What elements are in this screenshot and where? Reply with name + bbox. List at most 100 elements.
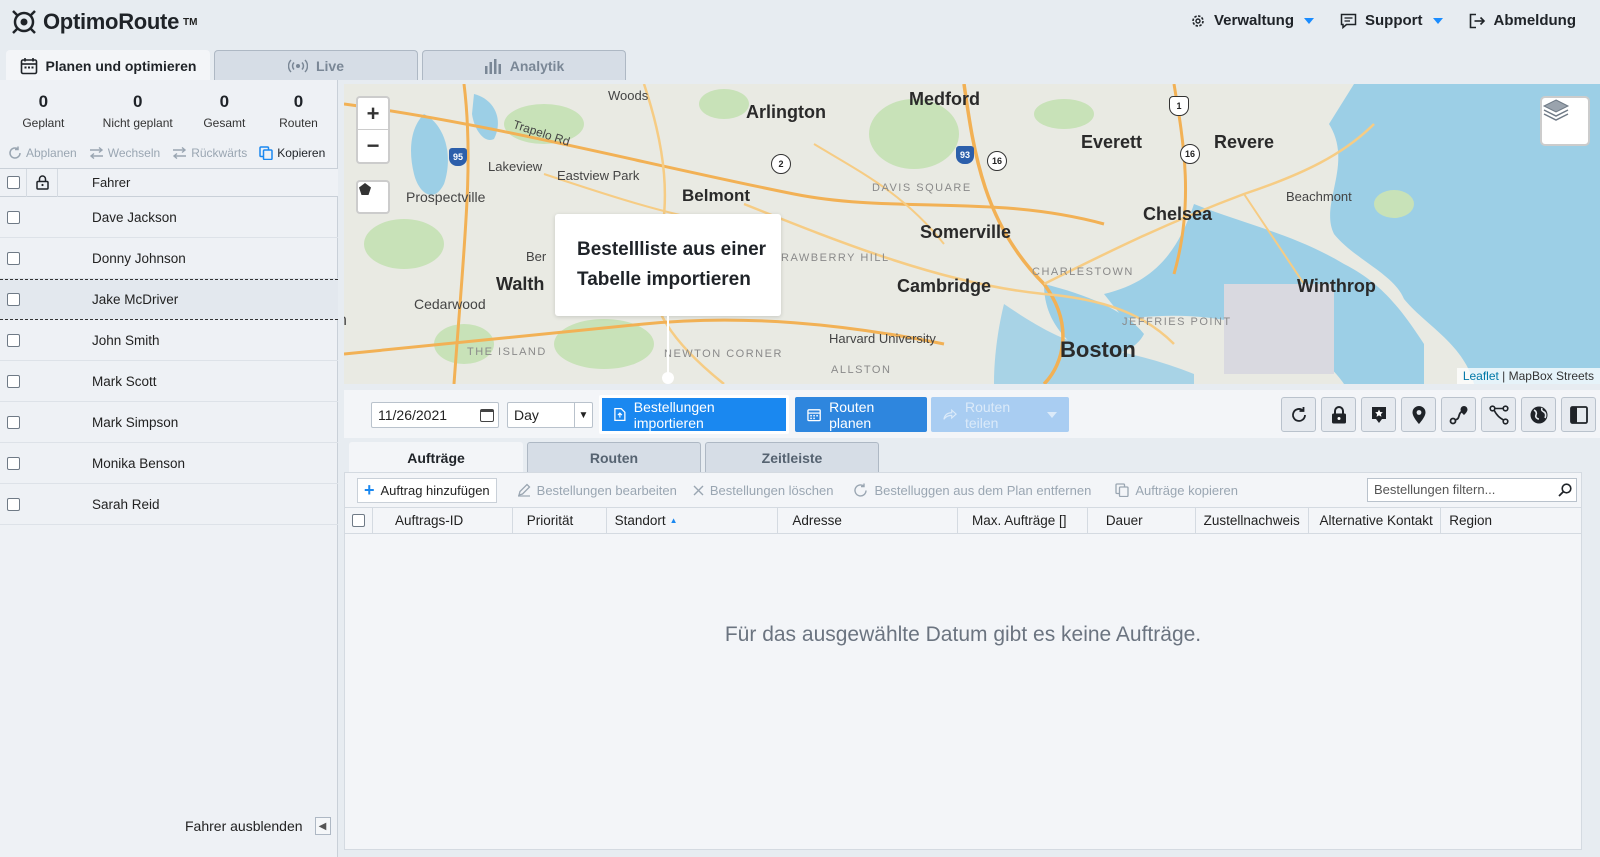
tab-auftraege[interactable]: Aufträge xyxy=(349,442,523,472)
stat-label: Nicht geplant xyxy=(102,116,173,130)
abplanen-button[interactable]: Abplanen xyxy=(8,146,77,160)
collapse-left-icon[interactable]: ◀ xyxy=(314,817,331,835)
optimoroute-logo[interactable]: OptimoRoute TM xyxy=(9,7,197,37)
rueckwaerts-button[interactable]: Rückwärts xyxy=(172,146,247,160)
column-dauer[interactable]: Dauer xyxy=(1088,507,1196,534)
driver-checkbox[interactable] xyxy=(6,374,20,388)
driver-row[interactable]: Jake McDriver xyxy=(0,279,338,320)
tooltip-pointer xyxy=(667,316,669,374)
map-tools xyxy=(1281,397,1596,432)
column-alternative-kontakt[interactable]: Alternative Kontakt xyxy=(1309,507,1442,534)
driver-row[interactable]: John Smith xyxy=(0,320,338,361)
lock-icon xyxy=(35,175,49,190)
date-picker[interactable]: 11/26/2021 xyxy=(371,402,499,428)
app-header: OptimoRoute TM Verwaltung Support Abmeldu… xyxy=(0,0,1600,46)
route-split-icon xyxy=(1488,404,1509,425)
delete-orders-button[interactable]: Bestellungen löschen xyxy=(693,483,833,498)
view-select[interactable]: Day ▼ xyxy=(507,402,593,428)
refresh-button[interactable] xyxy=(1281,397,1316,432)
map-label-beachmont: Beachmont xyxy=(1286,189,1352,204)
driver-checkbox[interactable] xyxy=(6,415,20,429)
location-pin-icon xyxy=(1412,405,1425,424)
driver-name: Donny Johnson xyxy=(92,250,186,266)
tab-planen-und-optimieren[interactable]: Planen und optimieren xyxy=(6,50,210,80)
panel-toggle-button[interactable] xyxy=(1561,397,1596,432)
zoom-in-button[interactable]: + xyxy=(358,98,388,130)
add-order-button[interactable]: + Auftrag hinzufügen xyxy=(357,477,497,503)
map-label-davis: DAVIS SQUARE xyxy=(872,182,972,194)
column-zustellnachweis[interactable]: Zustellnachweis xyxy=(1196,507,1310,534)
nav-support[interactable]: Support xyxy=(1340,12,1443,29)
driver-checkbox[interactable] xyxy=(6,251,20,265)
gear-icon xyxy=(1192,14,1204,27)
tab-analytik-label: Analytik xyxy=(509,57,565,74)
drivers-panel: 0 Geplant 0 Nicht geplant 0 Gesamt 0 Routen … xyxy=(0,80,338,857)
tab-zeitleiste[interactable]: Zeitleiste xyxy=(705,442,879,472)
location-pin-button[interactable] xyxy=(1401,397,1436,432)
nav-verwaltung[interactable]: Verwaltung xyxy=(1190,12,1314,29)
map-label-island: THE ISLAND xyxy=(467,346,547,358)
stat-label: Geplant xyxy=(22,116,65,130)
kopieren-button[interactable]: Kopieren xyxy=(259,146,325,160)
driver-row[interactable]: Monika Benson xyxy=(0,443,338,484)
driver-checkbox[interactable] xyxy=(6,333,20,347)
layers-button[interactable] xyxy=(1540,96,1590,146)
abplanen-label: Abplanen xyxy=(26,146,77,160)
column-max-auftraege[interactable]: Max. Aufträge [] xyxy=(958,507,1088,534)
search-icon[interactable] xyxy=(1558,483,1572,497)
column-prioritaet[interactable]: Priorität xyxy=(513,507,607,534)
filter-orders-input[interactable]: Bestellungen filtern... xyxy=(1367,478,1577,502)
fahrer-column-header[interactable]: Fahrer xyxy=(58,175,130,190)
select-all-checkbox[interactable] xyxy=(351,514,365,527)
remove-from-plan-button[interactable]: Bestelluggen aus dem Plan entfernen xyxy=(853,483,1091,498)
globe-icon xyxy=(1530,406,1547,423)
copy-icon xyxy=(1115,483,1129,497)
lock-button[interactable] xyxy=(1321,397,1356,432)
nav-abmeldung[interactable]: Abmeldung xyxy=(1469,12,1576,29)
zoom-out-button[interactable]: − xyxy=(358,130,388,162)
select-all-checkbox[interactable] xyxy=(6,176,20,189)
hide-drivers[interactable]: Fahrer ausblenden ◀ xyxy=(185,817,331,835)
tab-live[interactable]: Live xyxy=(214,50,418,80)
edit-orders-label: Bestellungen bearbeiten xyxy=(536,482,677,498)
nav-support-label: Support xyxy=(1365,12,1423,29)
calendar-icon[interactable] xyxy=(480,409,494,422)
driver-row[interactable]: Mark Simpson xyxy=(0,402,338,443)
lock-column[interactable] xyxy=(26,168,58,197)
driver-checkbox[interactable] xyxy=(6,293,20,306)
tab-analytik[interactable]: Analytik xyxy=(422,50,626,80)
column-auftrags-id[interactable]: Auftrags-ID xyxy=(373,507,513,534)
share-routes-button[interactable]: Routen teilen xyxy=(931,397,1069,432)
lock-icon xyxy=(1331,405,1346,423)
draw-polygon-button[interactable] xyxy=(356,180,390,214)
driver-checkbox[interactable] xyxy=(6,210,20,224)
copy-orders-button[interactable]: Aufträge kopieren xyxy=(1115,483,1238,498)
select-all-orders[interactable] xyxy=(345,507,373,534)
driver-row[interactable]: Dave Jackson xyxy=(0,197,338,238)
driver-row[interactable]: Mark Scott xyxy=(0,361,338,402)
plan-routes-button[interactable]: Routen planen xyxy=(795,397,927,432)
column-standort[interactable]: Standort ▲ xyxy=(607,507,779,534)
rueckwaerts-label: Rückwärts xyxy=(191,146,248,160)
calendar-icon xyxy=(807,409,821,422)
route-button[interactable] xyxy=(1441,397,1476,432)
share-icon xyxy=(943,408,957,420)
driver-checkbox[interactable] xyxy=(6,456,20,470)
edit-orders-button[interactable]: Bestellungen bearbeiten xyxy=(517,483,677,498)
tab-routen[interactable]: Routen xyxy=(527,442,701,472)
driver-row[interactable]: Donny Johnson xyxy=(0,238,338,279)
route-split-button[interactable] xyxy=(1481,397,1516,432)
driver-checkbox[interactable] xyxy=(6,497,20,511)
wechseln-button[interactable]: Wechseln xyxy=(89,146,160,160)
globe-button[interactable] xyxy=(1521,397,1556,432)
map[interactable]: Woods Arlington Medford Everett Revere T… xyxy=(344,84,1600,384)
column-region[interactable]: Region xyxy=(1441,507,1581,534)
import-orders-button[interactable]: Bestellungen importieren xyxy=(599,395,789,434)
leaflet-link[interactable]: Leaflet xyxy=(1463,369,1499,383)
driver-row[interactable]: Sarah Reid xyxy=(0,484,338,525)
star-pin-button[interactable] xyxy=(1361,397,1396,432)
undo-circle-icon xyxy=(854,483,868,497)
column-adresse[interactable]: Adresse xyxy=(778,507,959,534)
map-label-cambridge: Cambridge xyxy=(897,276,992,296)
attribution-text: | MapBox Streets xyxy=(1498,369,1594,383)
